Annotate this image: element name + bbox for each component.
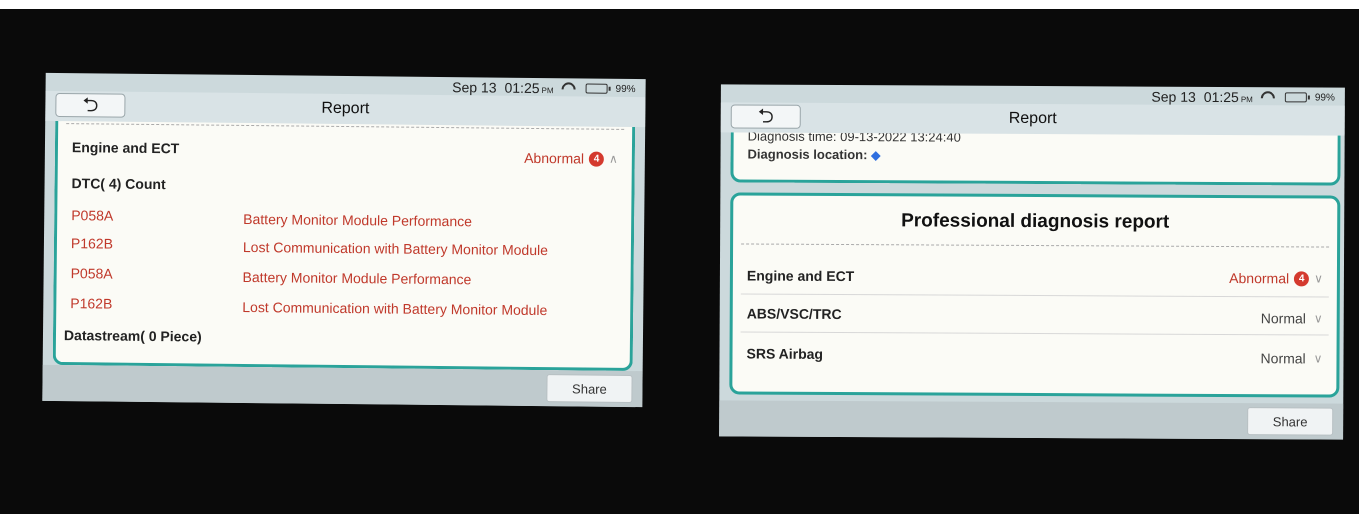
- system-name: Engine and ECT: [746, 267, 855, 285]
- dtc-badge: 4: [588, 151, 605, 167]
- system-status[interactable]: Normal ∨: [1261, 350, 1323, 366]
- status-time: 01:25 PM: [504, 79, 554, 97]
- system-name: SRS Airbag: [746, 345, 824, 362]
- dtc-description: Lost Communication with Battery Monitor …: [242, 238, 549, 259]
- divider: [741, 243, 1330, 248]
- report-card: Engine and ECT Abnormal 4 ∧ DTC( 4) Coun…: [52, 120, 636, 372]
- diagnosis-location: Diagnosis location: ◆: [747, 146, 881, 163]
- status-label: Abnormal: [1229, 270, 1290, 287]
- dtc-code: P162B: [70, 295, 113, 312]
- page-title: Report: [321, 99, 370, 118]
- divider: [740, 293, 1329, 298]
- report-card: Professional diagnosis report Engine and…: [729, 192, 1341, 398]
- right-screen: Sep 13 01:25 PM 99% Diagnosis time: 09-13…: [719, 84, 1345, 440]
- system-name: Engine and ECT: [71, 139, 180, 157]
- battery-percent: 99%: [615, 83, 636, 95]
- report-title: Professional diagnosis report: [901, 210, 1170, 233]
- datastream-count: Datastream( 0 Piece): [63, 327, 202, 345]
- share-button[interactable]: Share: [1247, 407, 1334, 436]
- battery-icon: [1284, 92, 1307, 103]
- top-border: [0, 0, 1359, 9]
- wifi-icon: [562, 82, 578, 94]
- battery-percent: 99%: [1314, 91, 1335, 104]
- system-status[interactable]: Normal ∨: [1261, 310, 1323, 326]
- chevron-up-icon: ∧: [608, 151, 618, 166]
- system-name: ABS/VSC/TRC: [746, 305, 842, 323]
- wifi-icon: [1261, 91, 1277, 103]
- dtc-code: P058A: [71, 207, 114, 224]
- status-date: Sep 13: [1151, 88, 1196, 105]
- dtc-description: Battery Monitor Module Performance: [243, 210, 473, 230]
- dtc-count: DTC( 4) Count: [71, 175, 166, 193]
- chevron-down-icon: ∨: [1313, 311, 1323, 326]
- dtc-badge: 4: [1294, 270, 1310, 286]
- status-date: Sep 13: [452, 79, 497, 96]
- bottom-bar: Share: [42, 364, 643, 408]
- status-time: 01:25 PM: [1203, 88, 1253, 106]
- dtc-code: P058A: [70, 265, 113, 282]
- divider: [740, 331, 1329, 336]
- status-label: Abnormal: [524, 149, 585, 167]
- chevron-down-icon: ∨: [1314, 271, 1323, 286]
- status-label: Normal: [1260, 350, 1306, 367]
- share-button[interactable]: Share: [546, 374, 633, 404]
- dtc-code: P162B: [70, 235, 114, 252]
- dtc-description: Lost Communication with Battery Monitor …: [242, 298, 548, 319]
- title-bar: ⮌ Report: [720, 102, 1345, 136]
- system-status[interactable]: Abnormal 4 ∨: [1229, 270, 1323, 286]
- page-title: Report: [1008, 109, 1057, 128]
- location-pin-icon: ◆: [871, 148, 881, 163]
- bottom-bar: Share: [719, 400, 1344, 440]
- battery-icon: [585, 83, 608, 94]
- status-label: Normal: [1260, 310, 1306, 327]
- left-screen: Sep 13 01:25 PM 99% ⮌ Report Engine and E…: [42, 72, 646, 408]
- chevron-down-icon: ∨: [1313, 351, 1323, 366]
- dtc-description: Battery Monitor Module Performance: [242, 268, 472, 288]
- system-status[interactable]: Abnormal 4 ∧: [524, 150, 618, 167]
